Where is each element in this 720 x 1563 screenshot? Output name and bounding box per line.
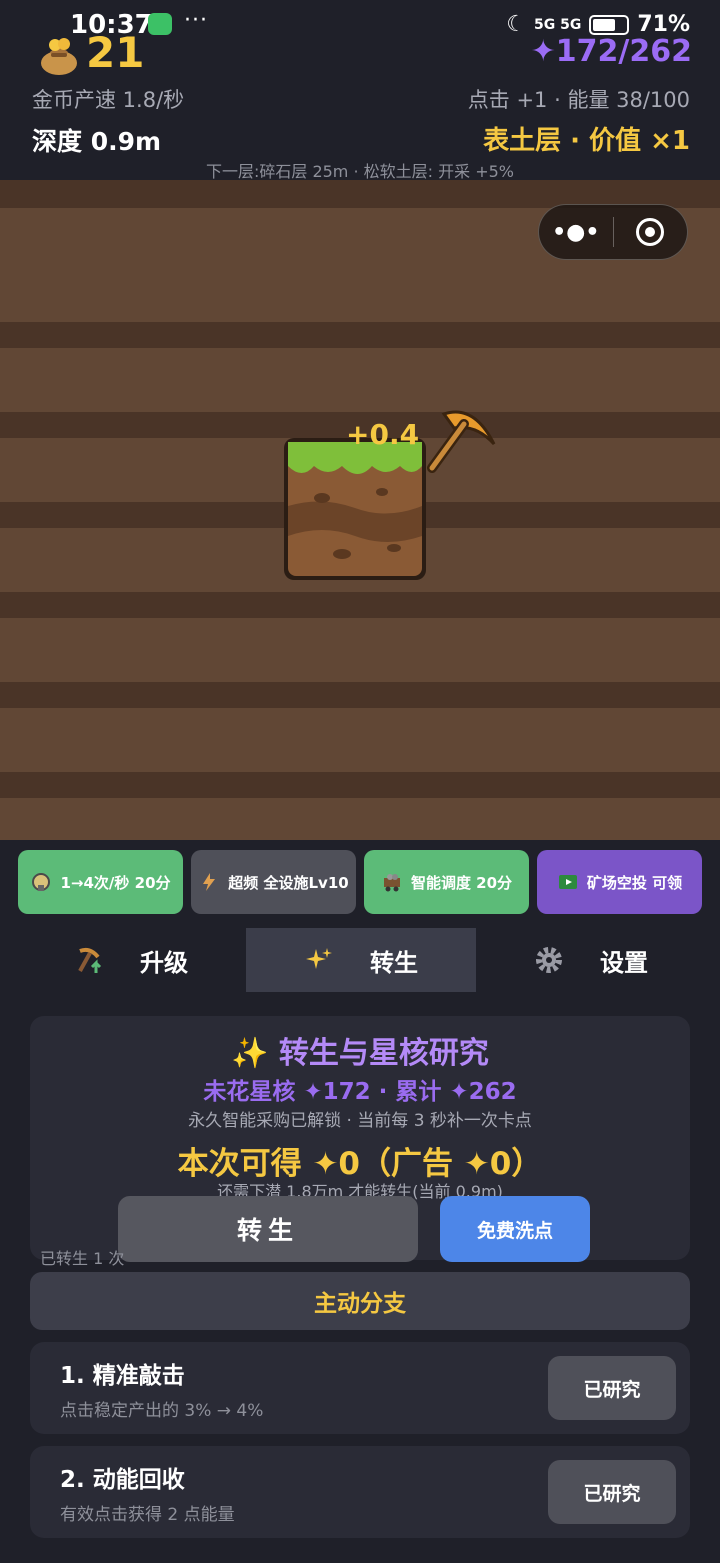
research-title: 2. 动能回收 — [60, 1467, 185, 1493]
dirt-band — [0, 772, 720, 798]
buff-label: 1→4次/秒 20分 — [60, 873, 171, 892]
research-card: 1. 精准敲击 点击稳定产出的 3% → 4% 已研究 — [30, 1342, 690, 1434]
depth-label: 深度 0.9m — [32, 127, 162, 156]
more-dots: ··· — [184, 8, 208, 33]
layer-label: 表土层 · 价值 ×1 — [483, 126, 690, 156]
rebirth-title: ✨ 转生与星核研究 — [231, 1036, 489, 1071]
battery-icon — [589, 14, 630, 35]
buff-smart-dispatch-button[interactable]: 智能调度 20分 — [364, 850, 529, 914]
dirt-band — [0, 682, 720, 708]
rebirth-button[interactable]: 转生 — [118, 1196, 418, 1262]
tab-settings[interactable]: 设置 — [476, 928, 706, 992]
active-branch-header[interactable]: 主动分支 — [30, 1272, 690, 1330]
buff-overclock-button[interactable]: 超频 全设施Lv10 — [191, 850, 356, 914]
close-miniprogram-button[interactable] — [614, 205, 688, 259]
lightning-icon — [198, 871, 220, 893]
click-energy-info: 点击 +1 · 能量 38/100 — [467, 88, 690, 112]
minecart-icon — [381, 871, 403, 893]
wechat-icon — [148, 13, 172, 35]
coin-rate: 金币产速 1.8/秒 — [32, 88, 185, 112]
research-desc: 点击稳定产出的 3% → 4% — [60, 1401, 264, 1421]
signal-icon: 5G 5G — [533, 16, 582, 33]
float-gain: +0.4 — [346, 418, 420, 451]
target-icon — [636, 218, 665, 246]
research-title: 1. 精准敲击 — [60, 1363, 185, 1389]
research-desc: 有效点击获得 2 点能量 — [60, 1505, 235, 1525]
buff-label: 超频 全设施Lv10 — [228, 873, 349, 892]
rebirth-gain: 本次可得 ✦0（广告 ✦0） — [177, 1146, 543, 1182]
next-layer-info: 下一层:碎石层 25m · 松软土层: 开采 +5% — [205, 162, 515, 181]
research-card: 2. 动能回收 有效点击获得 2 点能量 已研究 — [30, 1446, 690, 1538]
tab-rebirth[interactable]: 转生 — [246, 928, 476, 992]
miniprogram-capsule: •●• — [538, 204, 688, 260]
buff-bar: 1→4次/秒 20分 超频 全设施Lv10 智能调度 20分 矿场空投 可领 — [18, 850, 702, 914]
sparkles-icon — [304, 945, 334, 975]
coin-count: 21 — [86, 28, 145, 77]
drill-icon — [30, 871, 52, 893]
coin-bag-icon — [41, 38, 77, 75]
buff-label: 智能调度 20分 — [410, 873, 513, 892]
menu-dots-button[interactable]: •●• — [539, 205, 613, 259]
tab-bar: 升级 转生 设置 — [16, 928, 706, 992]
tab-label: 设置 — [600, 948, 648, 977]
researched-button[interactable]: 已研究 — [548, 1356, 676, 1420]
dirt-block[interactable] — [282, 436, 428, 582]
dirt-band — [0, 592, 720, 618]
dirt-band — [0, 322, 720, 348]
pickaxe-up-icon — [74, 945, 104, 975]
star-core-count: ✦172/262 — [530, 34, 692, 69]
buff-airdrop-button[interactable]: 矿场空投 可领 — [537, 850, 702, 914]
buff-label: 矿场空投 可领 — [586, 873, 683, 892]
tab-label: 转生 — [370, 948, 418, 977]
tab-upgrade[interactable]: 升级 — [16, 928, 246, 992]
auto-buy-info: 永久智能采购已解锁 · 当前每 3 秒补一次卡点 — [188, 1111, 532, 1131]
game-screen: 10:37 ··· ☾ 5G 5G 71% 21 ✦172/262 金币产速 1… — [0, 0, 720, 1563]
moon-icon: ☾ — [506, 12, 526, 37]
gear-icon — [534, 945, 564, 975]
pickaxe-icon — [427, 410, 496, 473]
free-respec-button[interactable]: 免费洗点 — [440, 1196, 590, 1262]
researched-button[interactable]: 已研究 — [548, 1460, 676, 1524]
tab-label: 升级 — [140, 948, 188, 977]
video-icon — [557, 871, 579, 893]
star-core-summary: 未花星核 ✦172 · 累计 ✦262 — [203, 1079, 517, 1105]
buff-click-speed-button[interactable]: 1→4次/秒 20分 — [18, 850, 183, 914]
rebirth-count: 已转生 1 次 — [40, 1249, 125, 1268]
